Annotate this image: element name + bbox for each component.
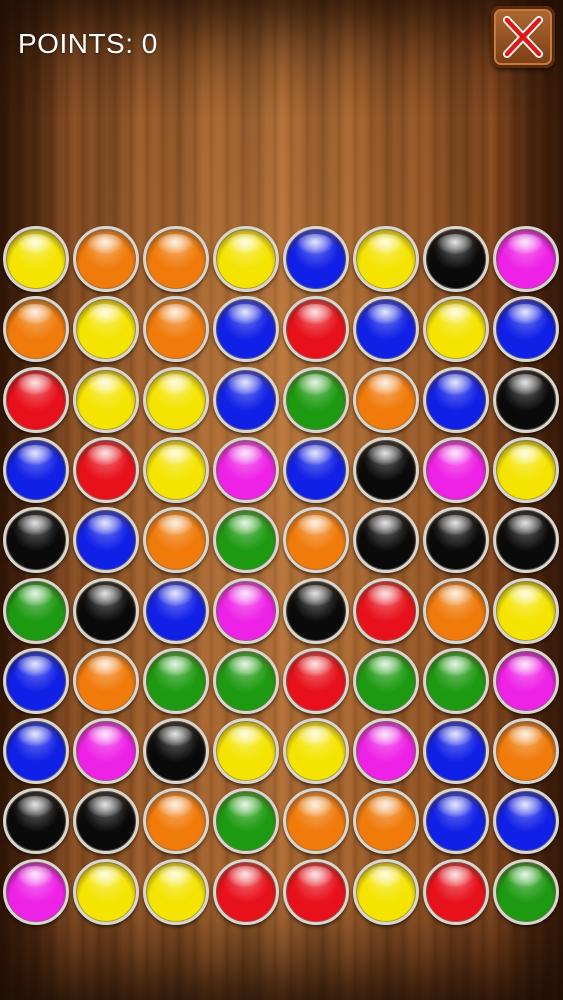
ball-orange[interactable]	[423, 577, 489, 644]
ball-orange[interactable]	[143, 226, 209, 292]
ball-yellow[interactable]	[493, 577, 559, 644]
ball-red[interactable]	[283, 647, 349, 714]
ball-blue[interactable]	[3, 436, 69, 503]
ball-yellow[interactable]	[73, 366, 139, 433]
ball-orange[interactable]	[143, 507, 209, 574]
ball-blue[interactable]	[3, 718, 69, 785]
ball-orange[interactable]	[3, 296, 69, 363]
ball-grid	[0, 0, 563, 1000]
ball-red[interactable]	[213, 858, 279, 925]
ball-black[interactable]	[73, 788, 139, 855]
ball-red[interactable]	[283, 858, 349, 925]
ball-blue[interactable]	[423, 718, 489, 785]
ball-yellow[interactable]	[143, 858, 209, 925]
ball-yellow[interactable]	[283, 718, 349, 785]
ball-red[interactable]	[73, 436, 139, 503]
ball-black[interactable]	[423, 507, 489, 574]
ball-black[interactable]	[3, 788, 69, 855]
ball-black[interactable]	[353, 507, 419, 574]
ball-orange[interactable]	[353, 366, 419, 433]
ball-black[interactable]	[423, 226, 489, 292]
ball-blue[interactable]	[493, 296, 559, 363]
ball-green[interactable]	[423, 647, 489, 714]
ball-black[interactable]	[283, 577, 349, 644]
ball-black[interactable]	[353, 436, 419, 503]
ball-blue[interactable]	[213, 296, 279, 363]
ball-blue[interactable]	[283, 226, 349, 292]
ball-red[interactable]	[353, 577, 419, 644]
ball-red[interactable]	[423, 858, 489, 925]
ball-green[interactable]	[283, 366, 349, 433]
ball-black[interactable]	[73, 577, 139, 644]
ball-blue[interactable]	[3, 647, 69, 714]
ball-magenta[interactable]	[213, 577, 279, 644]
ball-red[interactable]	[3, 366, 69, 433]
ball-yellow[interactable]	[353, 226, 419, 292]
ball-magenta[interactable]	[423, 436, 489, 503]
ball-blue[interactable]	[423, 366, 489, 433]
ball-yellow[interactable]	[143, 436, 209, 503]
ball-magenta[interactable]	[493, 226, 559, 292]
ball-orange[interactable]	[353, 788, 419, 855]
ball-magenta[interactable]	[73, 718, 139, 785]
ball-magenta[interactable]	[493, 647, 559, 714]
ball-orange[interactable]	[73, 226, 139, 292]
ball-orange[interactable]	[283, 507, 349, 574]
ball-yellow[interactable]	[353, 858, 419, 925]
ball-green[interactable]	[213, 647, 279, 714]
ball-green[interactable]	[213, 788, 279, 855]
ball-black[interactable]	[143, 718, 209, 785]
ball-green[interactable]	[493, 858, 559, 925]
ball-yellow[interactable]	[3, 226, 69, 292]
ball-black[interactable]	[3, 507, 69, 574]
ball-green[interactable]	[213, 507, 279, 574]
ball-orange[interactable]	[143, 296, 209, 363]
game-board-background: POINTS: 0	[0, 0, 563, 1000]
ball-blue[interactable]	[353, 296, 419, 363]
ball-blue[interactable]	[143, 577, 209, 644]
ball-blue[interactable]	[423, 788, 489, 855]
ball-orange[interactable]	[493, 718, 559, 785]
ball-yellow[interactable]	[423, 296, 489, 363]
ball-orange[interactable]	[73, 647, 139, 714]
ball-black[interactable]	[493, 507, 559, 574]
ball-blue[interactable]	[73, 507, 139, 574]
ball-yellow[interactable]	[493, 436, 559, 503]
ball-green[interactable]	[353, 647, 419, 714]
ball-red[interactable]	[283, 296, 349, 363]
ball-blue[interactable]	[493, 788, 559, 855]
ball-yellow[interactable]	[213, 718, 279, 785]
ball-yellow[interactable]	[213, 226, 279, 292]
ball-blue[interactable]	[283, 436, 349, 503]
ball-orange[interactable]	[283, 788, 349, 855]
ball-magenta[interactable]	[3, 858, 69, 925]
ball-green[interactable]	[3, 577, 69, 644]
ball-yellow[interactable]	[73, 858, 139, 925]
ball-black[interactable]	[493, 366, 559, 433]
ball-blue[interactable]	[213, 366, 279, 433]
ball-orange[interactable]	[143, 788, 209, 855]
ball-magenta[interactable]	[213, 436, 279, 503]
ball-yellow[interactable]	[73, 296, 139, 363]
ball-magenta[interactable]	[353, 718, 419, 785]
ball-green[interactable]	[143, 647, 209, 714]
ball-yellow[interactable]	[143, 366, 209, 433]
